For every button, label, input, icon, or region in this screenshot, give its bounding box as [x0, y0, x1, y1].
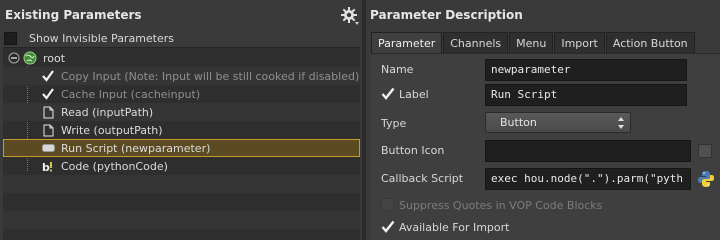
tree-item-pythoncode[interactable]: b Code (pythonCode)	[3, 157, 360, 175]
parameter-description-panel: Parameter Description Parameter Channels…	[366, 0, 720, 240]
tab-import[interactable]: Import	[554, 32, 605, 53]
svg-text:b: b	[42, 161, 50, 173]
tab-menu[interactable]: Menu	[509, 32, 554, 53]
label-checkbox[interactable]	[381, 87, 395, 101]
tree-item-cacheinput[interactable]: Cache Input (cacheinput)	[3, 85, 360, 103]
python-language-icon[interactable]	[697, 170, 715, 188]
file-icon	[41, 123, 55, 137]
tree-item-label: Copy Input (Note: Input will be still co…	[61, 69, 360, 83]
parameter-tree: root Copy Input (Note: Input will be sti…	[3, 47, 360, 240]
tree-item-label: Write (outputPath)	[61, 123, 163, 137]
label-field[interactable]: Run Script	[485, 84, 687, 106]
icon-chooser-button[interactable]	[698, 144, 712, 158]
tree-item-inputpath[interactable]: Read (inputPath)	[3, 103, 360, 121]
tree-item-label: Code (pythonCode)	[61, 159, 168, 173]
tree-item-root[interactable]: root	[3, 49, 360, 67]
tree-item-newparameter[interactable]: Run Script (newparameter)	[3, 139, 360, 157]
tree-item-outputpath[interactable]: Write (outputPath)	[3, 121, 360, 139]
callback-script-field[interactable]: exec hou.node(".").parm("pyth	[485, 168, 691, 190]
existing-parameters-title: Existing Parameters	[5, 8, 142, 22]
tree-empty-row	[3, 175, 360, 193]
button-icon	[41, 141, 55, 155]
suppress-quotes-label: Suppress Quotes in VOP Code Blocks	[399, 199, 603, 212]
check-icon	[41, 69, 55, 83]
tree-item-label: Read (inputPath)	[61, 105, 154, 119]
show-invisible-label: Show Invisible Parameters	[29, 31, 175, 45]
tab-action-button[interactable]: Action Button	[605, 32, 695, 53]
code-icon: b	[41, 159, 55, 173]
tab-channels[interactable]: Channels	[443, 32, 509, 53]
tree-item-label: root	[43, 51, 66, 65]
dropdown-arrows-icon	[618, 117, 624, 129]
label-label: Label	[399, 88, 429, 101]
type-dropdown[interactable]: Button	[485, 112, 631, 133]
tree-item-label: Cache Input (cacheinput)	[61, 87, 201, 101]
show-invisible-parameters-toggle[interactable]: Show Invisible Parameters	[4, 30, 174, 46]
tab-bar: Parameter Channels Menu Import Action Bu…	[371, 32, 696, 53]
suppress-quotes-checkbox[interactable]	[381, 198, 394, 211]
type-dropdown-value: Button	[500, 116, 537, 129]
globe-icon	[23, 51, 37, 65]
callback-script-label: Callback Script	[381, 172, 464, 185]
type-label: Type	[381, 117, 407, 130]
tab-parameter[interactable]: Parameter	[371, 32, 443, 53]
parameter-description-title: Parameter Description	[370, 8, 523, 22]
available-for-import-checkbox[interactable]	[381, 220, 395, 234]
gear-icon[interactable]	[340, 6, 360, 26]
button-icon-label: Button Icon	[381, 144, 445, 157]
available-for-import-label: Available For Import	[399, 221, 510, 234]
file-icon	[41, 105, 55, 119]
existing-parameters-panel: Existing Parameters Show Invisible Param…	[0, 0, 362, 240]
name-field[interactable]: newparameter	[485, 59, 687, 81]
parameter-tab-content: Name newparameter Label Run Script Type …	[371, 53, 720, 240]
check-icon	[41, 87, 55, 101]
button-icon-field[interactable]	[485, 140, 691, 162]
show-invisible-checkbox[interactable]	[4, 31, 17, 45]
collapse-icon[interactable]	[7, 51, 21, 65]
tree-item-label: Run Script (newparameter)	[61, 141, 211, 155]
tree-empty-row	[3, 211, 360, 229]
tree-item-copyinput[interactable]: Copy Input (Note: Input will be still co…	[3, 67, 360, 85]
name-label: Name	[381, 63, 414, 76]
